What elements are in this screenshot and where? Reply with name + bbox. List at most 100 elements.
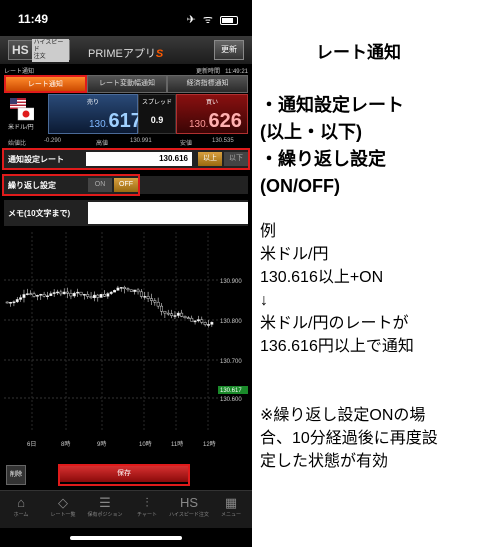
spread-box: スプレッド 0.9 — [138, 94, 176, 134]
sell-rate-box[interactable]: 売り 130.617 — [48, 94, 142, 134]
example-line: 例 — [260, 223, 277, 240]
currency-pair: 米ドル/円 — [8, 125, 34, 131]
buy-rate-box[interactable]: 買い 130.626 — [176, 94, 248, 134]
tab-economic-indicator-notification[interactable]: 経済指標通知 — [167, 75, 249, 93]
update-time: 更新時間 11:49:21 — [196, 69, 248, 75]
tab-rate-change-notification[interactable]: レート変動幅通知 — [86, 75, 168, 93]
candle-body — [170, 313, 174, 316]
candle-body — [82, 294, 86, 296]
rate-stats-row: 始値比 -0.290 高値 130.991 安値 130.535 — [4, 138, 248, 147]
candle-body — [193, 320, 197, 323]
candlestick-chart: 130.900 130.800 130.700 130.600 130.617 6日 8時… — [4, 232, 248, 448]
note-line: 合、10分経過後に再度設 — [260, 430, 438, 447]
battery-icon — [220, 15, 238, 25]
sell-label: 売り — [86, 100, 99, 106]
rate-setting-highlight — [2, 148, 250, 170]
low-value: 130.535 — [212, 138, 234, 144]
refresh-button[interactable]: 更新 — [214, 40, 244, 60]
menu-icon: ▦ — [224, 495, 238, 510]
buy-label: 買い — [205, 100, 218, 106]
x-tick-label: 12時 — [203, 440, 216, 448]
candle-body — [9, 302, 13, 304]
candle-body — [99, 294, 103, 298]
rate-list-icon: ◇ — [58, 495, 68, 510]
candle-body — [126, 288, 130, 291]
candle-body — [25, 293, 29, 295]
candle-body — [113, 290, 117, 293]
nav-chart[interactable]: ⫶ チャート — [126, 491, 168, 528]
airplane-wifi-icon: ✈ ᯤ — [186, 14, 215, 26]
example-line: 136.616円以上で通知 — [260, 338, 414, 355]
highspeed-order-logo[interactable]: HS ハイスピード 注文 — [8, 38, 70, 62]
chart-icon: ⫶ — [145, 495, 149, 510]
bottom-navigation: ⌂ ホーム ◇ レート一覧 ☰ 保有ポジション ⫶ チャート HS ハイスピード注文 ▦ メ… — [0, 490, 252, 528]
info-bar: レート通知 更新時間 11:49:21 — [0, 64, 252, 75]
example-line: 米ドル/円 — [260, 246, 329, 263]
low-label: 安値 — [180, 141, 193, 147]
repeat-setting-highlight — [2, 174, 140, 196]
nav-highspeed-order[interactable]: HS ハイスピード注文 — [168, 491, 210, 528]
candle-body — [160, 305, 163, 312]
nav-positions[interactable]: ☰ 保有ポジション — [84, 491, 126, 528]
candle-body — [32, 293, 36, 297]
candle-body — [19, 297, 23, 300]
candle-body — [96, 294, 100, 298]
note-line: ※繰り返し設定ONの場 — [260, 407, 426, 424]
bullet-rate-setting-detail: (以上・以下) — [260, 122, 362, 142]
bullet-repeat-setting: ・繰り返し設定 — [260, 149, 386, 169]
candle-body — [190, 317, 194, 322]
y-tick-label: 130.600 — [220, 397, 242, 403]
candle-body — [176, 312, 180, 316]
nav-rate-list[interactable]: ◇ レート一覧 — [42, 491, 84, 528]
phone-screen: 11:49 ✈ ᯤ HS ハイスピード 注文 PRIMEアプリS 更新 レート通知… — [0, 0, 252, 547]
candle-body — [76, 291, 80, 294]
x-tick-label: 11時 — [171, 440, 183, 448]
candle-body — [56, 291, 59, 294]
app-header: HS ハイスピード 注文 PRIMEアプリS 更新 — [0, 36, 252, 64]
explanation-bullets: ・通知設定レート (以上・以下) ・繰り返し設定 (ON/OFF) — [260, 92, 404, 200]
candle-body — [69, 293, 73, 297]
candle-body — [156, 301, 160, 307]
rate-chart[interactable]: 130.900 130.800 130.700 130.600 130.617 6日 8時… — [4, 232, 248, 450]
current-price-label: 130.617 — [220, 388, 242, 394]
x-tick-label: 8時 — [61, 440, 70, 448]
spread-label: スプレッド — [141, 100, 172, 106]
candle-body — [203, 322, 207, 325]
candle-body — [139, 291, 143, 297]
high-label: 高値 — [96, 141, 109, 147]
delete-button[interactable]: 削除 — [6, 465, 26, 485]
candle-body — [133, 289, 137, 292]
memo-input[interactable] — [88, 202, 248, 224]
candle-body — [123, 287, 127, 289]
candle-body — [22, 294, 26, 298]
highspeed-icon: HS — [179, 495, 199, 510]
candle-body — [116, 287, 120, 291]
candle-body — [143, 296, 147, 298]
nav-menu[interactable]: ▦ メニュー — [210, 491, 252, 528]
candle-body — [79, 291, 83, 295]
candle-body — [59, 291, 63, 295]
candle-body — [89, 296, 93, 299]
candle-body — [153, 300, 157, 303]
candle-body — [136, 289, 140, 293]
spread-value: 0.9 — [150, 115, 164, 125]
candle-body — [52, 292, 56, 294]
candle-body — [119, 287, 123, 289]
tab-rate-notification[interactable]: レート通知 — [4, 75, 87, 93]
candle-body — [46, 295, 49, 297]
candle-body — [12, 301, 16, 304]
candle-body — [183, 316, 187, 318]
candle-body — [210, 321, 214, 325]
hs-logo-text: HS — [12, 43, 29, 57]
candle-body — [29, 293, 33, 295]
tab-bar: レート通知 レート変動幅通知 経済指標通知 — [4, 75, 249, 93]
example-line: 米ドル/円のレートが — [260, 315, 409, 332]
candle-body — [207, 324, 210, 326]
bullet-rate-setting: ・通知設定レート — [260, 95, 404, 115]
candle-body — [35, 295, 39, 297]
nav-home[interactable]: ⌂ ホーム — [0, 491, 42, 528]
candle-body — [42, 293, 46, 297]
candle-body — [72, 292, 76, 297]
y-tick-label: 130.700 — [220, 359, 242, 365]
candle-body — [109, 291, 113, 294]
